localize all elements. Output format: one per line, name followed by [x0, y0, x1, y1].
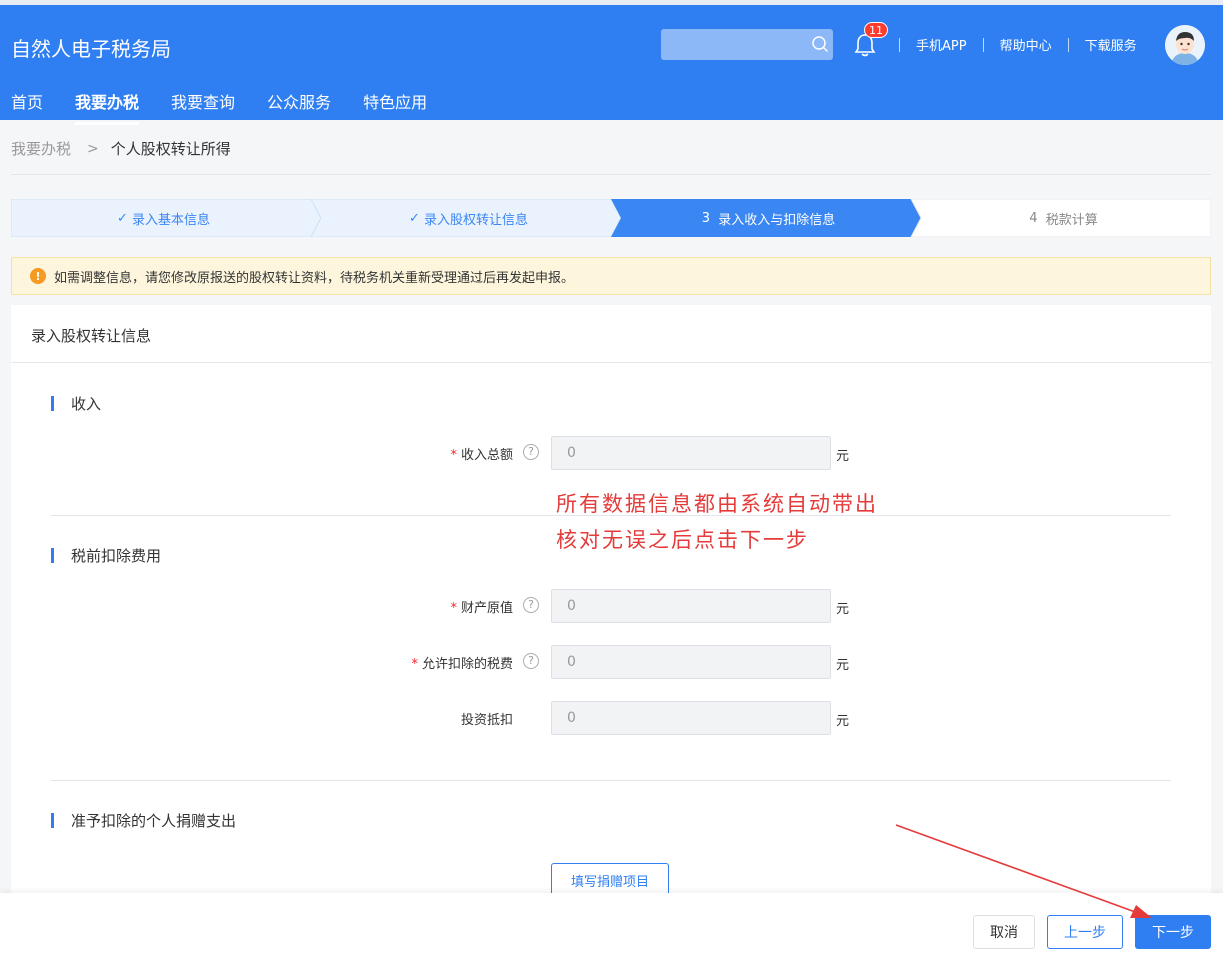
unit-label: 元: [836, 658, 850, 673]
chevron-right-icon: >: [87, 140, 99, 157]
required-mark: *: [450, 448, 457, 463]
field-original-value: * 财产原值 ? 0 元: [11, 589, 1211, 623]
avatar[interactable]: [1165, 25, 1205, 65]
step-3: 3 录入收入与扣除信息: [616, 199, 921, 237]
step-3-label: 录入收入与扣除信息: [718, 212, 836, 228]
next-step-button[interactable]: 下一步: [1135, 915, 1211, 949]
divider: [51, 780, 1171, 781]
field-label: * 财产原值: [450, 601, 513, 616]
unit-label: 元: [836, 449, 850, 464]
original-value-input[interactable]: 0: [551, 589, 831, 623]
step-4-number: 4: [1029, 210, 1038, 226]
main-nav: 首页 我要办税 我要查询 公众服务 特色应用: [11, 89, 459, 125]
search-input[interactable]: [661, 29, 833, 60]
unit-label: 元: [836, 602, 850, 617]
check-icon: ✓: [408, 210, 424, 226]
step-4: 4 税款计算: [916, 199, 1211, 237]
field-deductible-taxes: * 允许扣除的税费 ? 0 元: [11, 645, 1211, 679]
section-title-income: 收入: [51, 393, 101, 414]
field-label: * 允许扣除的税费: [411, 657, 513, 672]
section-bar: [51, 813, 54, 828]
field-label: * 收入总额: [450, 448, 513, 463]
deductible-taxes-input[interactable]: 0: [551, 645, 831, 679]
section-title-text: 税前扣除费用: [71, 547, 162, 565]
user-avatar-icon: [1165, 25, 1205, 65]
top-header: 自然人电子税务局 11 手机APP 帮助中心 下载服务 首页 我要办税 我要查询…: [0, 0, 1223, 125]
section-title-text: 准予扣除的个人捐赠支出: [71, 812, 237, 830]
investment-offset-input[interactable]: 0: [551, 701, 831, 735]
section-title-text: 收入: [71, 395, 102, 413]
search-icon[interactable]: [811, 35, 829, 53]
annotation-line-1: 所有数据信息都由系统自动带出: [556, 492, 878, 516]
step-progress: ✓ 录入基本信息 ✓ 录入股权转让信息 3 录入收入与扣除信息 4 税款计算: [11, 199, 1211, 237]
nav-item-public-service[interactable]: 公众服务: [267, 89, 331, 125]
breadcrumb: 我要办税 > 个人股权转让所得: [11, 138, 231, 159]
step-4-label: 税款计算: [1045, 212, 1098, 228]
panel-title: 录入股权转让信息: [31, 327, 152, 345]
help-icon[interactable]: ?: [523, 444, 539, 460]
divider: [11, 174, 1211, 175]
required-mark: *: [411, 657, 418, 672]
section-title-donation: 准予扣除的个人捐赠支出: [51, 810, 236, 831]
step-2-label: 录入股权转让信息: [424, 212, 529, 228]
section-bar: [51, 396, 54, 411]
footer-bar: 取消 上一步 下一步: [0, 893, 1223, 968]
divider: [982, 37, 984, 52]
annotation-line-2: 核对无误之后点击下一步: [556, 528, 809, 552]
divider: [899, 37, 900, 52]
section-bar: [51, 548, 54, 563]
step-1-label: 录入基本信息: [132, 212, 211, 228]
notice-banner: ! 如需调整信息，请您修改原报送的股权转让资料，待税务机关重新受理通过后再发起申…: [11, 257, 1211, 295]
step-1: ✓ 录入基本信息: [11, 199, 316, 237]
notice-text: 如需调整信息，请您修改原报送的股权转让资料，待税务机关重新受理通过后再发起申报。: [54, 270, 575, 286]
top-links: 手机APP 帮助中心 下载服务: [899, 35, 1137, 54]
required-mark: *: [450, 601, 457, 616]
link-help-center[interactable]: 帮助中心: [1000, 35, 1052, 54]
nav-item-tax-handling[interactable]: 我要办税: [75, 89, 140, 125]
divider: [11, 362, 1211, 363]
cancel-button[interactable]: 取消: [973, 915, 1035, 949]
unit-label: 元: [836, 714, 850, 729]
step-3-number: 3: [701, 210, 710, 226]
nav-item-home[interactable]: 首页: [11, 89, 43, 125]
total-income-input[interactable]: 0: [551, 436, 831, 470]
nav-item-featured-apps[interactable]: 特色应用: [363, 89, 427, 125]
step-2: ✓ 录入股权转让信息: [316, 199, 621, 237]
section-title-deduction: 税前扣除费用: [51, 545, 161, 566]
link-mobile-app[interactable]: 手机APP: [916, 35, 967, 54]
help-icon[interactable]: ?: [523, 597, 539, 613]
help-icon[interactable]: ?: [523, 653, 539, 669]
nav-item-query[interactable]: 我要查询: [171, 89, 235, 125]
prev-step-button[interactable]: 上一步: [1047, 915, 1123, 949]
breadcrumb-current: 个人股权转让所得: [110, 140, 231, 158]
breadcrumb-parent[interactable]: 我要办税: [11, 138, 71, 159]
site-title[interactable]: 自然人电子税务局: [11, 33, 171, 62]
field-investment-offset: 投资抵扣 0 元: [11, 701, 1211, 735]
form-panel: 录入股权转让信息 收入 * 收入总额 ? 0 元 税前扣除费用 * 财产原值 ? 0…: [11, 305, 1211, 905]
field-label: 投资抵扣: [460, 713, 513, 728]
link-download-service[interactable]: 下载服务: [1085, 35, 1137, 54]
fill-donation-button[interactable]: 填写捐赠项目: [551, 863, 669, 897]
divider: [1067, 37, 1069, 52]
notification-badge: 11: [864, 22, 888, 38]
check-icon: ✓: [116, 210, 132, 226]
warning-icon: !: [30, 268, 46, 284]
field-total-income: * 收入总额 ? 0 元: [11, 436, 1211, 470]
